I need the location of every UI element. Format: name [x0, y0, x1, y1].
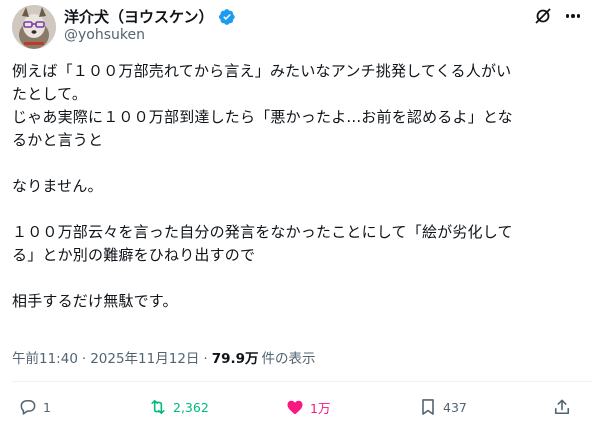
tweet-text: 例えば「１００万部売れてから言え」みたいなアンチ挑発してくる人がい たとして。 …	[12, 62, 513, 310]
bookmark-button[interactable]: 437	[418, 395, 467, 419]
retweet-button[interactable]: 2,362	[148, 395, 209, 419]
avatar[interactable]	[12, 5, 56, 49]
bookmark-count: 437	[443, 399, 467, 415]
verified-badge-icon	[218, 8, 236, 26]
tweet-time[interactable]: 午前11:40	[12, 347, 78, 367]
tweet-date[interactable]: 2025年11月12日	[90, 347, 199, 367]
reply-button[interactable]: 1	[18, 395, 51, 419]
grok-icon[interactable]	[533, 6, 553, 26]
reply-icon	[20, 400, 36, 415]
tweet-meta: 午前11:40 · 2025年11月12日 · 79.9万 件の表示	[12, 347, 316, 367]
name-row: 洋介犬（ヨウスケン）	[64, 6, 236, 27]
share-button[interactable]	[552, 395, 572, 419]
like-count: 1万	[310, 400, 331, 416]
avatar-image	[12, 5, 56, 49]
heart-icon	[287, 400, 303, 415]
meta-separator: ·	[203, 351, 208, 367]
action-bar: 1 2,362 1万 437	[0, 395, 597, 419]
views-count[interactable]: 79.9万	[212, 347, 259, 367]
share-icon	[554, 399, 570, 415]
bookmark-icon	[422, 399, 434, 415]
retweet-icon	[151, 399, 165, 415]
tweet-header: 洋介犬（ヨウスケン） @yohsuken	[0, 0, 597, 52]
views-label[interactable]: 件の表示	[262, 347, 316, 367]
handle[interactable]: @yohsuken	[64, 27, 145, 43]
meta-separator: ·	[81, 351, 87, 367]
like-button[interactable]: 1万	[285, 395, 330, 419]
retweet-count: 2,362	[173, 399, 209, 415]
divider	[12, 381, 592, 382]
reply-count: 1	[43, 399, 51, 415]
more-icon[interactable]	[561, 6, 585, 26]
display-name[interactable]: 洋介犬（ヨウスケン）	[64, 6, 214, 27]
